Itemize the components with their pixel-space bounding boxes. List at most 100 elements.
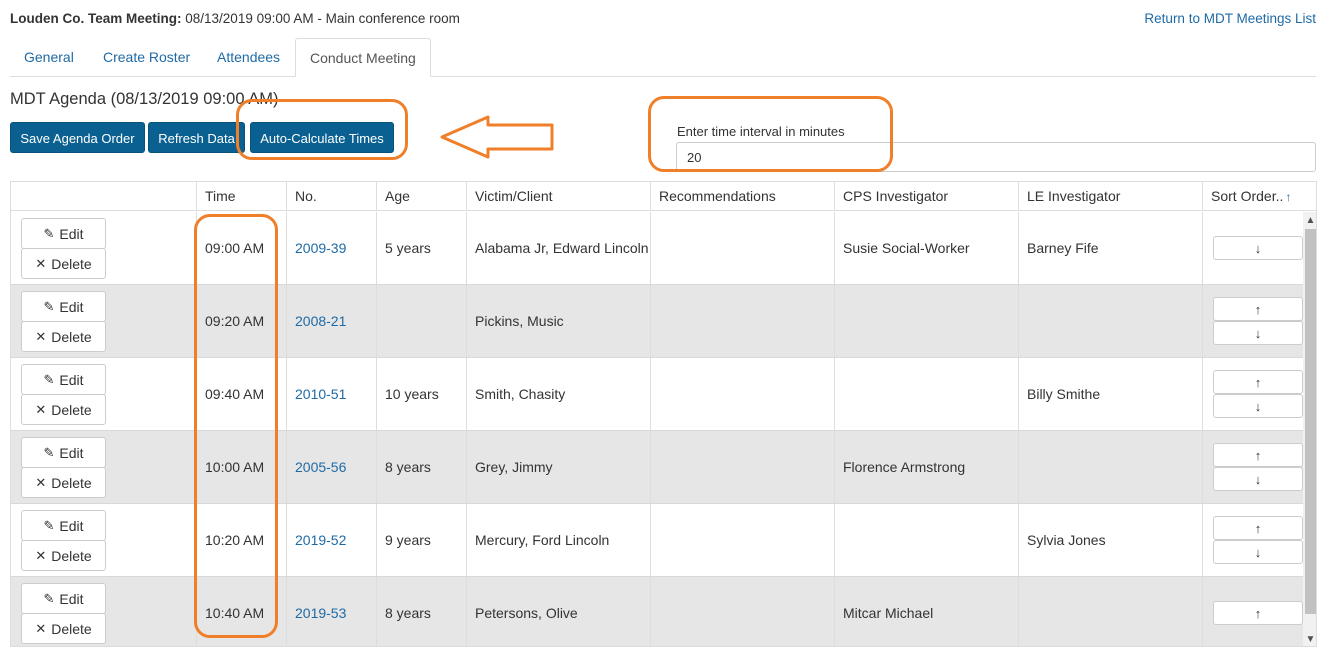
edit-button[interactable]: ✎ Edit <box>21 583 106 614</box>
pencil-icon: ✎ <box>43 444 55 460</box>
pencil-icon: ✎ <box>43 298 55 314</box>
tab-conduct-meeting[interactable]: Conduct Meeting <box>295 38 431 77</box>
time-cell: 09:20 AM <box>196 285 286 357</box>
time-cell: 10:20 AM <box>196 504 286 576</box>
move-up-button[interactable]: ↑ <box>1213 516 1303 540</box>
edit-button[interactable]: ✎ Edit <box>21 291 106 322</box>
edit-button[interactable]: ✎ Edit <box>21 364 106 395</box>
delete-button[interactable]: ✕ Delete <box>21 540 106 571</box>
case-number-link[interactable]: 2005-56 <box>286 431 376 503</box>
move-up-button[interactable]: ↑ <box>1213 370 1303 394</box>
le-investigator-cell <box>1018 577 1202 646</box>
age-cell-text: 5 years <box>385 239 431 256</box>
arrow-up-icon: ↑ <box>1254 520 1262 536</box>
case-number[interactable]: 2019-52 <box>295 530 346 551</box>
delete-button[interactable]: ✕ Delete <box>21 394 106 425</box>
cps-investigator-cell: Florence Armstrong <box>834 431 1018 503</box>
delete-label: Delete <box>51 620 92 637</box>
le-investigator-cell-text: Sylvia Jones <box>1027 531 1106 548</box>
column-header-age[interactable]: Age <box>376 182 466 211</box>
move-down-button[interactable]: ↓ <box>1213 394 1303 418</box>
scroll-up-icon[interactable]: ▲ <box>1303 212 1316 229</box>
move-up-button[interactable]: ↑ <box>1213 297 1303 321</box>
table-row: 09:40 AM 2010-51 10 years Smith, Chasity Bil… <box>11 358 1303 431</box>
age-cell: 5 years <box>376 212 466 284</box>
case-number-link[interactable]: 2010-51 <box>286 358 376 430</box>
column-header-time[interactable]: Time <box>196 182 286 211</box>
save-agenda-order-button[interactable]: Save Agenda Order <box>10 122 145 153</box>
column-header-no[interactable]: No. <box>286 182 376 211</box>
scroll-thumb[interactable] <box>1305 229 1316 614</box>
cps-investigator-cell <box>834 358 1018 430</box>
cps-investigator-cell <box>834 285 1018 357</box>
close-icon: ✕ <box>35 547 47 563</box>
move-down-button[interactable]: ↓ <box>1213 467 1303 491</box>
arrow-up-icon: ↑ <box>1254 605 1262 621</box>
age-cell: 10 years <box>376 358 466 430</box>
case-number-link[interactable]: 2009-39 <box>286 212 376 284</box>
table-scrollbar[interactable]: ▲ ▼ <box>1303 212 1316 646</box>
le-investigator-cell <box>1018 285 1202 357</box>
column-header-sort-order[interactable]: Sort Order.. ↑ <box>1202 182 1316 211</box>
age-cell: 8 years <box>376 431 466 503</box>
case-number-link[interactable]: 2008-21 <box>286 285 376 357</box>
case-number[interactable]: 2008-21 <box>295 311 346 332</box>
annotation-arrow-icon <box>440 115 554 159</box>
pencil-icon: ✎ <box>43 225 55 241</box>
case-number-link[interactable]: 2019-52 <box>286 504 376 576</box>
cps-investigator-cell: Mitcar Michael <box>834 577 1018 646</box>
delete-button[interactable]: ✕ Delete <box>21 321 106 352</box>
arrow-down-icon: ↓ <box>1254 325 1262 341</box>
table-row: 09:00 AM 2009-39 5 years Alabama Jr, Edward… <box>11 212 1303 285</box>
meeting-header: Louden Co. Team Meeting: 08/13/2019 09:0… <box>10 11 460 26</box>
move-up-button[interactable]: ↑ <box>1213 601 1303 625</box>
column-header-recommendations[interactable]: Recommendations <box>650 182 834 211</box>
table-row: 10:20 AM 2019-52 9 years Mercury, Ford Linc… <box>11 504 1303 577</box>
close-icon: ✕ <box>35 474 47 490</box>
auto-calculate-times-button[interactable]: Auto-Calculate Times <box>250 122 394 153</box>
case-number[interactable]: 2019-53 <box>295 603 346 624</box>
delete-button[interactable]: ✕ Delete <box>21 467 106 498</box>
delete-label: Delete <box>51 255 92 272</box>
refresh-data-button[interactable]: Refresh Data <box>148 122 245 153</box>
tab-attendees[interactable]: Attendees <box>203 38 294 77</box>
edit-label: Edit <box>59 444 84 461</box>
recommendations-cell <box>650 504 834 576</box>
recommendations-cell <box>650 431 834 503</box>
case-number[interactable]: 2009-39 <box>295 238 346 259</box>
edit-button[interactable]: ✎ Edit <box>21 510 106 541</box>
move-down-button[interactable]: ↓ <box>1213 236 1303 260</box>
edit-button[interactable]: ✎ Edit <box>21 218 106 249</box>
move-down-button[interactable]: ↓ <box>1213 540 1303 564</box>
le-investigator-cell: Sylvia Jones <box>1018 504 1202 576</box>
move-down-button[interactable]: ↓ <box>1213 321 1303 345</box>
delete-label: Delete <box>51 401 92 418</box>
interval-input[interactable] <box>676 142 1316 172</box>
tab-general[interactable]: General <box>10 38 88 77</box>
victim-client-cell-text: Mercury, Ford Lincoln <box>475 531 610 548</box>
case-number-link[interactable]: 2019-53 <box>286 577 376 646</box>
case-number[interactable]: 2005-56 <box>295 457 346 478</box>
scroll-down-icon[interactable]: ▼ <box>1303 631 1316 646</box>
cps-investigator-cell-text: Florence Armstrong <box>843 458 966 475</box>
column-header-cps-investigator[interactable]: CPS Investigator <box>834 182 1018 211</box>
victim-client-cell-text: Pickins, Music <box>475 312 564 329</box>
edit-button[interactable]: ✎ Edit <box>21 437 106 468</box>
move-up-button[interactable]: ↑ <box>1213 443 1303 467</box>
edit-label: Edit <box>59 517 84 534</box>
return-to-list-link[interactable]: Return to MDT Meetings List <box>1144 11 1316 26</box>
meeting-subtitle: 08/13/2019 09:00 AM - Main conference ro… <box>185 11 460 26</box>
column-header-le-investigator[interactable]: LE Investigator <box>1018 182 1202 211</box>
case-number[interactable]: 2010-51 <box>295 384 346 405</box>
arrow-up-icon: ↑ <box>1254 301 1262 317</box>
delete-button[interactable]: ✕ Delete <box>21 248 106 279</box>
age-cell-text: 8 years <box>385 604 431 621</box>
delete-button[interactable]: ✕ Delete <box>21 613 106 644</box>
sort-order-label: Sort Order.. <box>1211 188 1284 204</box>
column-header-victim-client[interactable]: Victim/Client <box>466 182 650 211</box>
tab-create-roster[interactable]: Create Roster <box>89 38 204 77</box>
table-row: 10:40 AM 2019-53 8 years Petersons, Olive Mi… <box>11 577 1303 646</box>
time-cell-text: 10:20 AM <box>205 531 265 548</box>
edit-label: Edit <box>59 371 84 388</box>
cps-investigator-cell <box>834 504 1018 576</box>
